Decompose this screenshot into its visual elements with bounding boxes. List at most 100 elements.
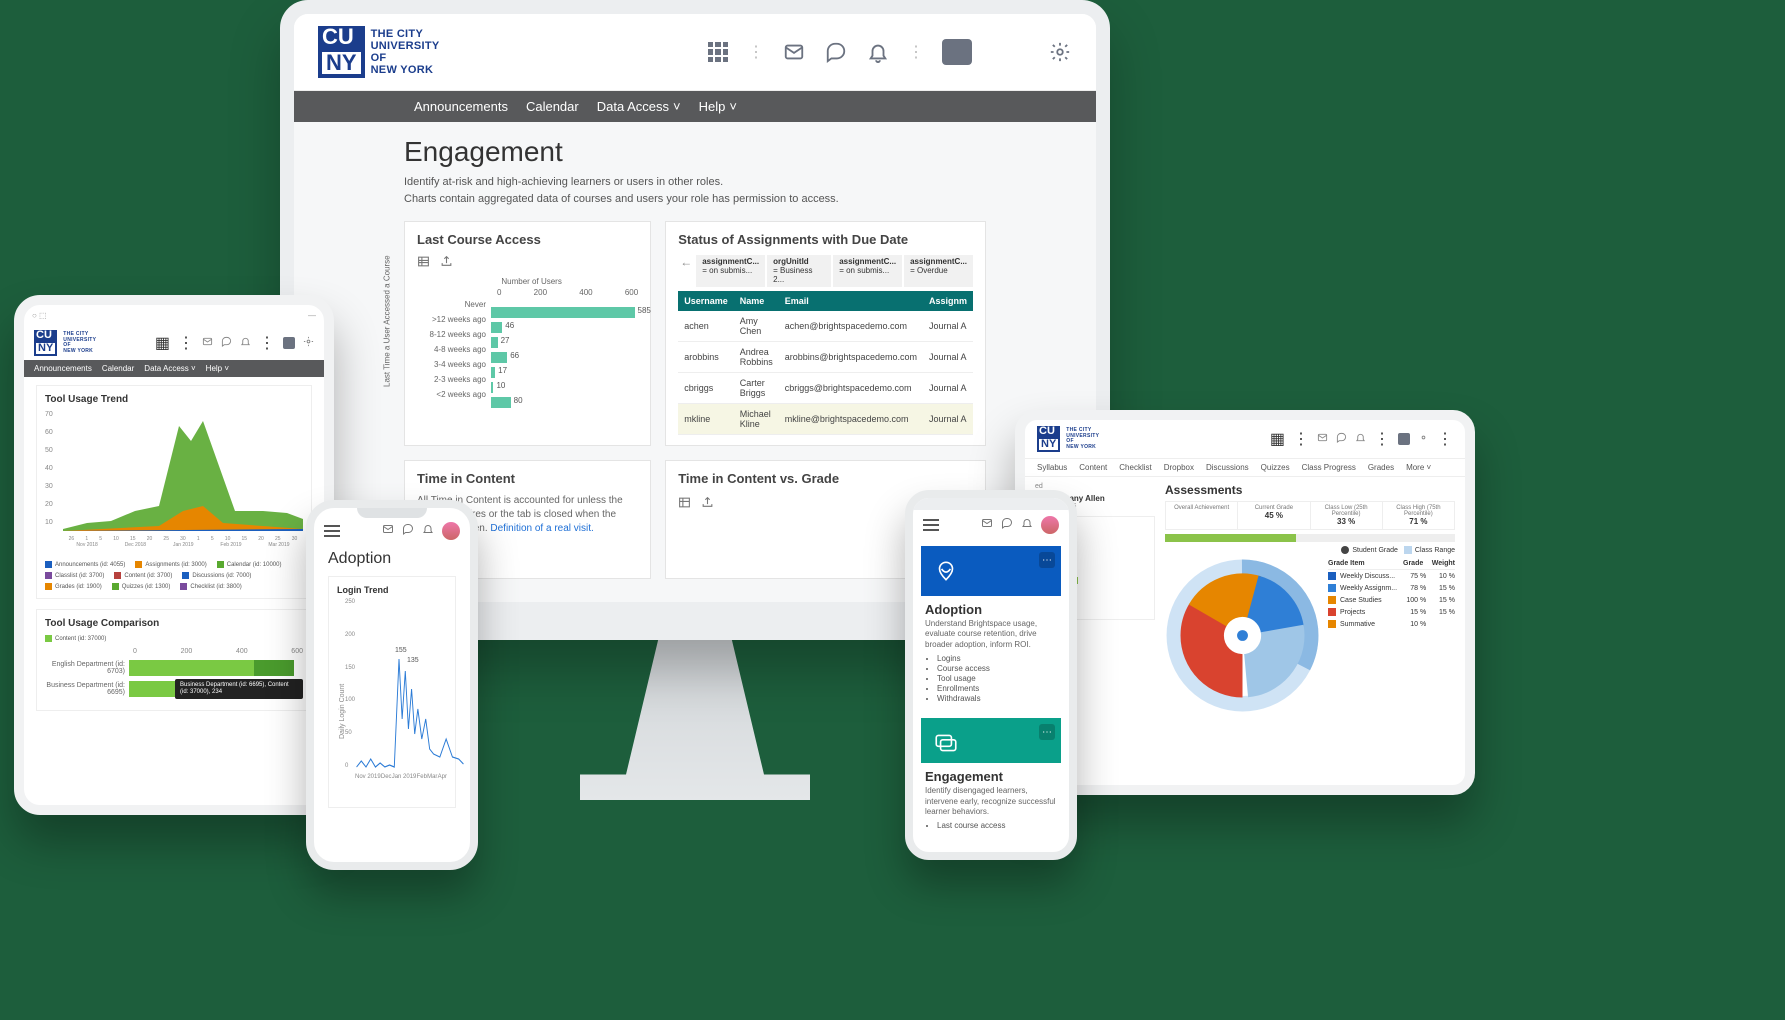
menu-icon[interactable] xyxy=(324,525,340,537)
breadcrumb: ← assignmentC...= on submis...orgUnitId=… xyxy=(678,255,973,287)
definition-link[interactable]: Definition of a real visit. xyxy=(490,523,593,534)
nav-help[interactable]: Help ˅ xyxy=(699,99,737,114)
nav-grades[interactable]: Grades xyxy=(1368,463,1394,472)
nav-announcements[interactable]: Announcements xyxy=(34,364,92,373)
card-login-trend: Login Trend 250200 150100 500 155 135 No… xyxy=(328,576,456,808)
mail-icon[interactable] xyxy=(1317,430,1328,448)
assignments-table: Username Name Email Assignm achenAmy Che… xyxy=(678,291,973,435)
table-row[interactable]: arobbinsAndrea Robbinsarobbins@brightspa… xyxy=(678,342,973,373)
table-view-icon[interactable] xyxy=(678,496,691,512)
card-title: Time in Content xyxy=(417,471,638,486)
nav-calendar[interactable]: Calendar xyxy=(102,364,134,373)
brand-logo[interactable]: CU NY THE CITY UNIVERSITY OF NEW YORK xyxy=(318,26,440,78)
apps-icon[interactable]: ▦ xyxy=(1270,429,1285,449)
export-icon[interactable] xyxy=(701,496,714,512)
bell-icon[interactable] xyxy=(422,522,434,540)
apps-icon[interactable]: ▦ xyxy=(155,333,170,353)
nav-quizzes[interactable]: Quizzes xyxy=(1261,463,1290,472)
grade-table: Grade ItemGradeWeight Weekly Discuss...7… xyxy=(1328,558,1455,713)
tile-engagement[interactable] xyxy=(921,718,1061,763)
chat-icon[interactable] xyxy=(402,522,414,540)
nav-data-access[interactable]: Data Access ˅ xyxy=(144,364,195,373)
page-title: Engagement xyxy=(404,136,986,168)
mail-icon[interactable] xyxy=(981,516,993,534)
nav-announcements[interactable]: Announcements xyxy=(414,99,508,114)
section-desc: Understand Brightspace usage, evaluate c… xyxy=(925,619,1057,650)
list-item[interactable]: Projects15 %15 % xyxy=(1328,606,1455,618)
card-tool-usage-comparison: Tool Usage Comparison Content (id: 37000… xyxy=(36,609,312,711)
list-item[interactable]: Case Studies100 %15 % xyxy=(1328,594,1455,606)
card-assignments-status: Status of Assignments with Due Date ← as… xyxy=(665,221,986,446)
section-title: Assessments xyxy=(1165,483,1455,497)
mail-icon[interactable] xyxy=(382,522,394,540)
export-icon[interactable] xyxy=(440,255,453,271)
list-item[interactable]: Weekly Assignm...78 %15 % xyxy=(1328,582,1455,594)
nav-class-progress[interactable]: Class Progress xyxy=(1302,463,1356,472)
brand-logo[interactable]: CU NY THE CITYUNIVERSITY OFNEW YORK xyxy=(34,330,96,356)
nav-data-access[interactable]: Data Access ˅ xyxy=(597,99,681,114)
profile-square[interactable] xyxy=(283,337,295,349)
tile-adoption[interactable] xyxy=(921,546,1061,596)
table-row[interactable]: mklineMichael Klinemkline@brightspacedem… xyxy=(678,404,973,435)
page-title: Adoption xyxy=(328,550,456,568)
card-title: Login Trend xyxy=(337,585,447,595)
phone-left: Adoption Login Trend 250200 150100 500 1… xyxy=(306,500,478,870)
tile-menu-icon[interactable] xyxy=(1039,552,1055,568)
back-icon[interactable]: ← xyxy=(678,255,694,269)
metrics-row: Overall AchievementCurrent Grade45 %Clas… xyxy=(1165,501,1455,530)
gear-icon[interactable] xyxy=(1048,40,1072,64)
nav-syllabus[interactable]: Syllabus xyxy=(1037,463,1067,472)
logo-ny: NY xyxy=(318,48,365,78)
menu-icon[interactable] xyxy=(923,519,939,531)
mail-icon[interactable] xyxy=(782,40,806,64)
chevron-down-icon: ˅ xyxy=(729,99,737,114)
card-tool-usage-trend: Tool Usage Trend 7060 5040 3020 10 26151… xyxy=(36,385,312,599)
app-header: CU NY THE CITY UNIVERSITY OF NEW YORK ⋮ … xyxy=(294,14,1096,91)
profile-square[interactable] xyxy=(942,39,972,65)
nav-dropbox[interactable]: Dropbox xyxy=(1164,463,1194,472)
monitor-stand xyxy=(580,630,810,800)
adoption-list: LoginsCourse accessTool usageEnrollments… xyxy=(925,654,1057,703)
nav-calendar[interactable]: Calendar xyxy=(526,99,579,114)
list-item[interactable]: Summative10 % xyxy=(1328,618,1455,630)
avatar[interactable] xyxy=(1041,516,1059,534)
section-desc: Identify disengaged learners, intervene … xyxy=(925,786,1057,817)
table-view-icon[interactable] xyxy=(417,255,430,271)
mail-icon[interactable] xyxy=(202,334,213,352)
nav-help[interactable]: Help ˅ xyxy=(206,364,229,373)
card-title: Tool Usage Comparison xyxy=(45,618,303,629)
card-title: Time in Content vs. Grade xyxy=(678,471,973,486)
main-nav: Announcements Calendar Data Access ˅ Hel… xyxy=(24,360,324,377)
section-title: Adoption xyxy=(925,602,1057,617)
donut-chart xyxy=(1165,558,1320,713)
nav-discussions[interactable]: Discussions xyxy=(1206,463,1249,472)
nav-content[interactable]: Content xyxy=(1079,463,1107,472)
bell-icon[interactable] xyxy=(1355,430,1366,448)
apps-icon[interactable] xyxy=(706,40,730,64)
list-item[interactable]: Weekly Discuss...75 %10 % xyxy=(1328,570,1455,582)
profile-square[interactable] xyxy=(1398,433,1410,445)
chat-icon[interactable] xyxy=(824,40,848,64)
nav-more[interactable]: More ˅ xyxy=(1406,463,1431,472)
bell-icon[interactable] xyxy=(240,334,251,352)
lca-bars: Never585>12 weeks ago468-12 weeks ago274… xyxy=(425,297,638,402)
chat-icon[interactable] xyxy=(1001,516,1013,534)
gear-icon[interactable] xyxy=(303,334,314,352)
avatar[interactable] xyxy=(442,522,460,540)
brand-logo[interactable]: CUNY THE CITYUNIVERSITYOFNEW YORK xyxy=(1037,426,1099,452)
table-row[interactable]: achenAmy Chenachen@brightspacedemo.comJo… xyxy=(678,311,973,342)
chat-icon[interactable] xyxy=(1336,430,1347,448)
chat-icon[interactable] xyxy=(221,334,232,352)
chevron-down-icon: ˅ xyxy=(673,99,681,114)
course-nav: Syllabus Content Checklist Dropbox Discussio… xyxy=(1025,459,1465,477)
chart-tooltip: Business Department (id: 6695), Content … xyxy=(175,679,303,699)
tablet-left: ○ ⬚— CU NY THE CITYUNIVERSITY OFNEW YORK… xyxy=(14,295,334,815)
section-title: Engagement xyxy=(925,769,1057,784)
card-title: Last Course Access xyxy=(417,232,638,247)
gear-icon[interactable] xyxy=(1418,430,1429,448)
nav-checklist[interactable]: Checklist xyxy=(1119,463,1151,472)
tile-menu-icon[interactable] xyxy=(1039,724,1055,740)
bell-icon[interactable] xyxy=(1021,516,1033,534)
table-row[interactable]: cbriggsCarter Briggscbriggs@brightspaced… xyxy=(678,373,973,404)
bell-icon[interactable] xyxy=(866,40,890,64)
